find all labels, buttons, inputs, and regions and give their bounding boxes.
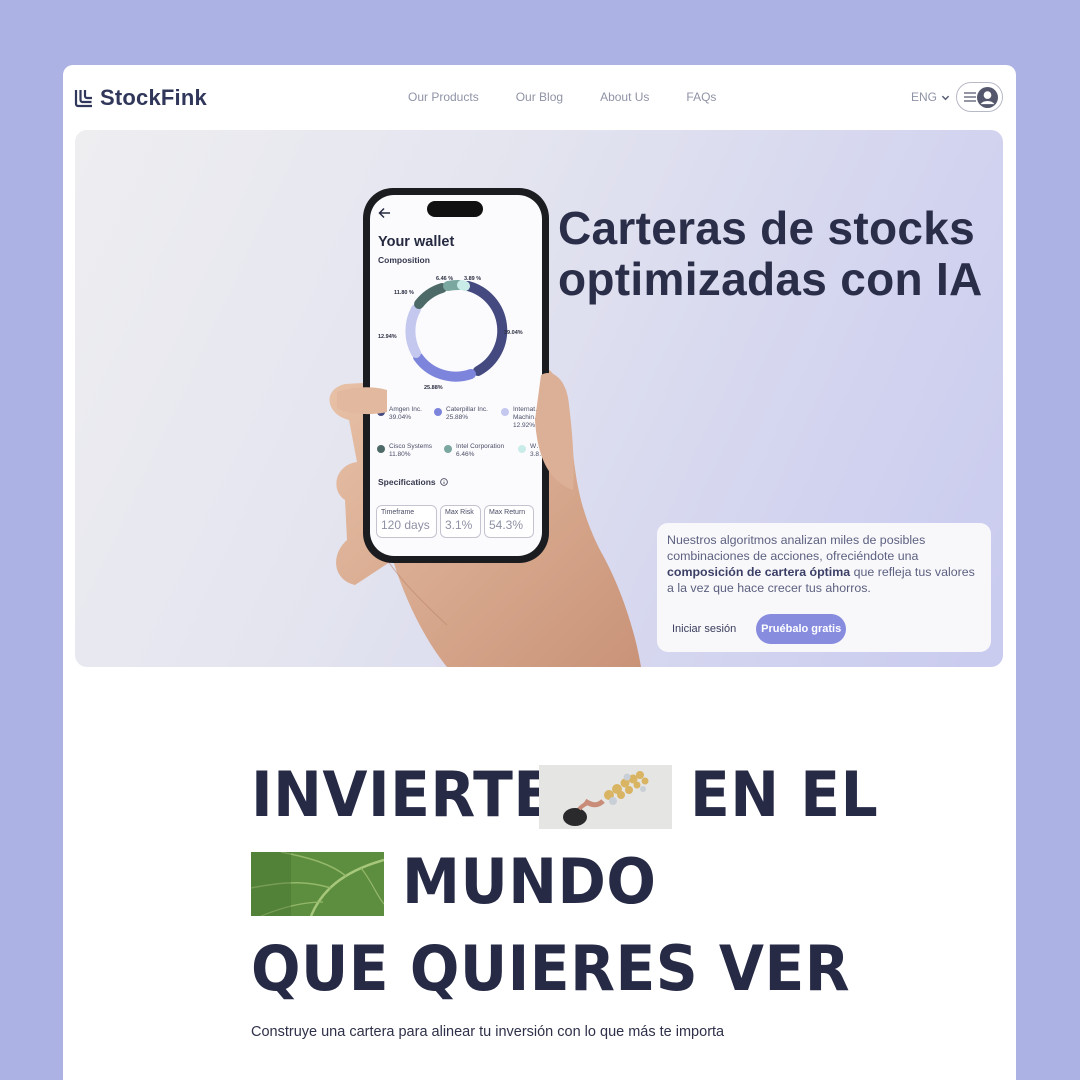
donut-label-c: 12.94% (378, 334, 397, 340)
login-button[interactable]: Iniciar sesión (672, 623, 736, 635)
spec-timeframe: Timeframe 120 days (376, 505, 437, 538)
nav-link-products[interactable]: Our Products (408, 90, 479, 104)
hero-title: Carteras de stocks optimizadas con IA (558, 202, 983, 305)
account-menu-button[interactable] (956, 82, 1003, 112)
phone-mockup: Your wallet Composition 39.04% 25.88% 12… (363, 188, 549, 563)
leaf-image (251, 852, 384, 916)
top-navbar: StockFink Our Products Our Blog About Us… (63, 65, 1016, 130)
headline-invierte: INVIERTE (251, 758, 554, 831)
chevron-down-icon (941, 95, 950, 100)
hero-banner: Your wallet Composition 39.04% 25.88% 12… (75, 130, 1003, 667)
legend-item: Cisco Systems 11.80% (377, 443, 432, 459)
menu-icon (964, 92, 976, 102)
language-selector[interactable]: ENG (911, 90, 950, 104)
headline-mundo: MUNDO (402, 845, 657, 918)
info-icon[interactable] (439, 478, 448, 486)
legend-pct: 11.80% (389, 451, 411, 458)
brand-name: StockFink (100, 85, 207, 110)
legend-pct: 39.04% (389, 414, 412, 421)
composition-heading: Composition (378, 255, 430, 265)
page-card: StockFink Our Products Our Blog About Us… (63, 65, 1016, 1080)
spec-max-risk: Max Risk 3.1% (440, 505, 481, 538)
legend-pct: 6.46% (456, 451, 475, 458)
stockfink-logo-icon (74, 90, 92, 108)
spec-value: 120 days (381, 518, 430, 532)
language-label: ENG (911, 90, 938, 104)
legend-name: Caterpillar Inc. (446, 406, 488, 413)
legend-swatch (434, 408, 442, 416)
nav-link-faqs[interactable]: FAQs (686, 90, 716, 104)
legend-name-line2: Machin… (513, 414, 541, 421)
hero-description: Nuestros algoritmos analizan miles de po… (667, 532, 981, 596)
nav-links: Our Products Our Blog About Us FAQs (408, 90, 716, 104)
specifications-label: Specifications (378, 477, 436, 487)
piggy-bank-image (539, 765, 672, 829)
user-avatar-icon (977, 86, 998, 108)
spec-label: Max Return (489, 509, 526, 516)
legend-pct: 3.8… (530, 451, 542, 458)
hero-desc-bold: composición de cartera óptima (667, 565, 851, 579)
donut-label-d: 11.80 % (394, 290, 414, 296)
hero-actions: Iniciar sesión Pruébalo gratis (672, 614, 847, 644)
hero-info-box: Nuestros algoritmos analizan miles de po… (657, 523, 991, 652)
legend-swatch (501, 408, 509, 416)
back-arrow-icon[interactable] (378, 207, 391, 219)
donut-label-e: 6.46 % (436, 276, 453, 282)
legend-name: Intel Corporation (456, 443, 505, 450)
nav-link-about[interactable]: About Us (600, 90, 649, 104)
composition-donut-chart: 39.04% 25.88% 12.94% 11.80 % 6.46 % 3.89… (378, 276, 523, 391)
spec-value: 3.1% (445, 518, 473, 532)
spec-max-return: Max Return 54.3% (484, 505, 534, 538)
legend-item: Intel Corporation 6.46% (444, 443, 504, 459)
nav-link-blog[interactable]: Our Blog (516, 90, 563, 104)
specifications-heading: Specifications (378, 477, 448, 487)
donut-segment-w (457, 280, 470, 291)
legend-swatch (377, 408, 385, 416)
legend-item: W…3.8… (518, 443, 542, 459)
legend-item: Internat… Machin… 12.92% (501, 406, 542, 430)
phone-screen: Your wallet Composition 39.04% 25.88% 12… (370, 195, 542, 556)
piggy-bank-coins-illustration (539, 765, 672, 829)
legend-item: Amgen Inc. 39.04% (377, 406, 422, 422)
dynamic-island (427, 201, 483, 217)
legend-name: W… (530, 443, 542, 450)
legend-swatch (518, 445, 526, 453)
legend-swatch (444, 445, 452, 453)
section-subtitle: Construye una cartera para alinear tu in… (251, 1024, 725, 1040)
legend-pct: 25.88% (446, 414, 469, 421)
donut-label-f: 3.89 % (464, 276, 481, 282)
headline-en-el: EN EL (690, 758, 879, 831)
donut-segment-amgen (463, 281, 508, 376)
wallet-title: Your wallet (378, 234, 455, 250)
headline-que-quieres-ver: QUE QUIERES VER (251, 932, 851, 1005)
spec-label: Timeframe (381, 509, 415, 516)
legend-pct: 12.92% (513, 422, 536, 429)
try-free-button[interactable]: Pruébalo gratis (756, 614, 847, 644)
legend-swatch (377, 445, 385, 453)
legend-name: Amgen Inc. (389, 406, 422, 413)
legend-name: Internat… (513, 406, 542, 413)
hero-desc-part: Nuestros algoritmos analizan miles de po… (667, 533, 926, 563)
spec-label: Max Risk (445, 509, 474, 516)
donut-segment-international (405, 304, 421, 358)
legend-item: Caterpillar Inc. 25.88% (434, 406, 488, 422)
green-leaf-illustration (251, 852, 384, 916)
donut-label-b: 25.88% (424, 385, 443, 391)
donut-label-a: 39.04% (504, 330, 523, 336)
spec-value: 54.3% (489, 518, 524, 532)
brand-logo[interactable]: StockFink (74, 85, 207, 111)
donut-segment-cisco (414, 283, 447, 309)
legend-name: Cisco Systems (389, 443, 432, 450)
donut-segment-caterpillar (413, 352, 476, 382)
